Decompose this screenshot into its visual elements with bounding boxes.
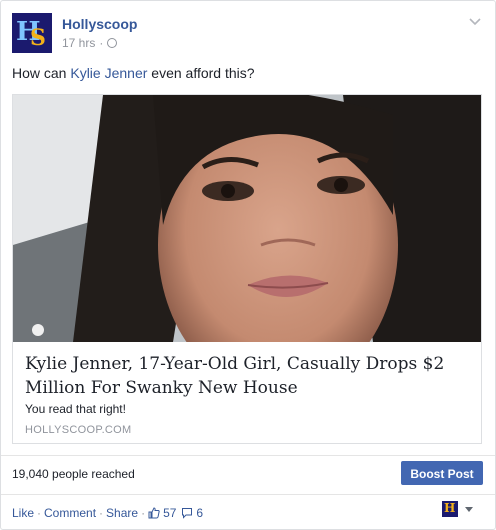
reach-count[interactable]: 19,040 people reached: [12, 467, 135, 481]
post-meta: 17 hrs ·: [62, 36, 118, 50]
divider: [1, 494, 495, 495]
thumbs-up-icon[interactable]: [148, 507, 160, 519]
portrait-image: [13, 95, 481, 342]
link-attachment[interactable]: Kylie Jenner, 17-Year-Old Girl, Casually…: [12, 94, 482, 444]
page-avatar-small: H: [442, 501, 458, 517]
post-header: HS Hollyscoop 17 hrs ·: [12, 13, 482, 57]
attachment-photo[interactable]: [13, 95, 481, 342]
like-link[interactable]: Like: [12, 506, 34, 520]
acting-as-selector[interactable]: H: [442, 501, 474, 517]
attachment-domain: HOLLYSCOOP.COM: [25, 424, 132, 436]
caret-down-icon: [465, 507, 473, 512]
comment-bubble-icon[interactable]: [181, 507, 193, 519]
comment-link[interactable]: Comment: [44, 506, 96, 520]
page-avatar[interactable]: HS: [12, 13, 52, 53]
page-name-link[interactable]: Hollyscoop: [62, 16, 137, 32]
attachment-description: You read that right!: [25, 402, 126, 416]
post-timestamp[interactable]: 17 hrs: [62, 36, 95, 50]
likes-count[interactable]: 57: [163, 506, 176, 520]
comments-count[interactable]: 6: [196, 506, 203, 520]
post-card: HS Hollyscoop 17 hrs · How can Kylie Jen…: [0, 0, 496, 530]
globe-icon: [107, 38, 118, 48]
share-link[interactable]: Share: [106, 506, 138, 520]
chevron-down-icon[interactable]: [468, 15, 482, 29]
attachment-title[interactable]: Kylie Jenner, 17-Year-Old Girl, Casually…: [25, 352, 465, 400]
tagged-person-link[interactable]: Kylie Jenner: [70, 65, 147, 81]
action-bar: Like · Comment · Share · 57 6: [12, 506, 204, 520]
post-text: How can Kylie Jenner even afford this?: [12, 65, 255, 81]
divider: [1, 455, 495, 456]
boost-post-button[interactable]: Boost Post: [401, 461, 483, 485]
